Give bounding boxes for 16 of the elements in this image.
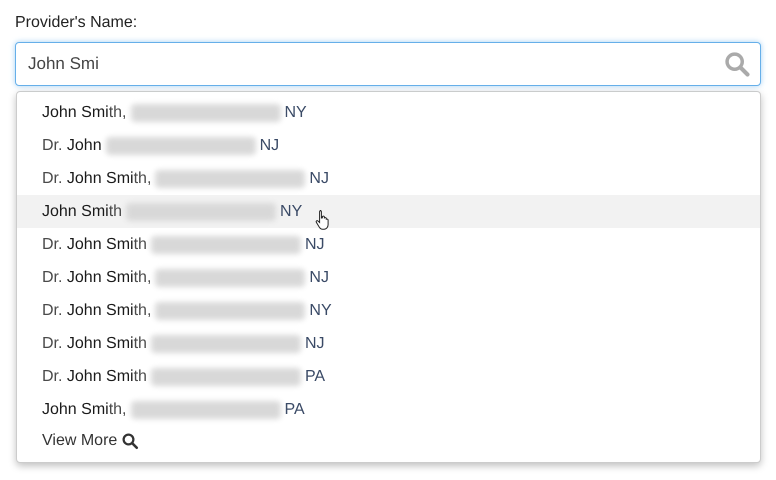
suggestion-item[interactable]: John Smith, NY bbox=[17, 96, 760, 129]
suggestion-item[interactable]: Dr. John NJ bbox=[17, 129, 760, 162]
field-label: Provider's Name: bbox=[15, 13, 138, 33]
hand-cursor-icon bbox=[315, 209, 331, 231]
suggestion-item[interactable]: John Smith, PA bbox=[17, 393, 760, 426]
search-icon bbox=[723, 50, 751, 78]
suggestion-item[interactable]: John Smith NY bbox=[17, 195, 760, 228]
search-field[interactable]: John Smi bbox=[15, 42, 761, 86]
search-icon bbox=[121, 432, 140, 450]
view-more-link[interactable]: View More bbox=[42, 426, 140, 456]
suggestion-item[interactable]: Dr. John Smith NJ bbox=[17, 327, 760, 360]
suggestion-item[interactable]: Dr. John Smith PA bbox=[17, 360, 760, 393]
suggestion-item[interactable]: Dr. John Smith, NJ bbox=[17, 162, 760, 195]
suggestion-item[interactable]: Dr. John Smith, NY bbox=[17, 294, 760, 327]
suggestion-item[interactable]: Dr. John Smith NJ bbox=[17, 228, 760, 261]
suggestion-item[interactable]: Dr. John Smith, NJ bbox=[17, 261, 760, 294]
